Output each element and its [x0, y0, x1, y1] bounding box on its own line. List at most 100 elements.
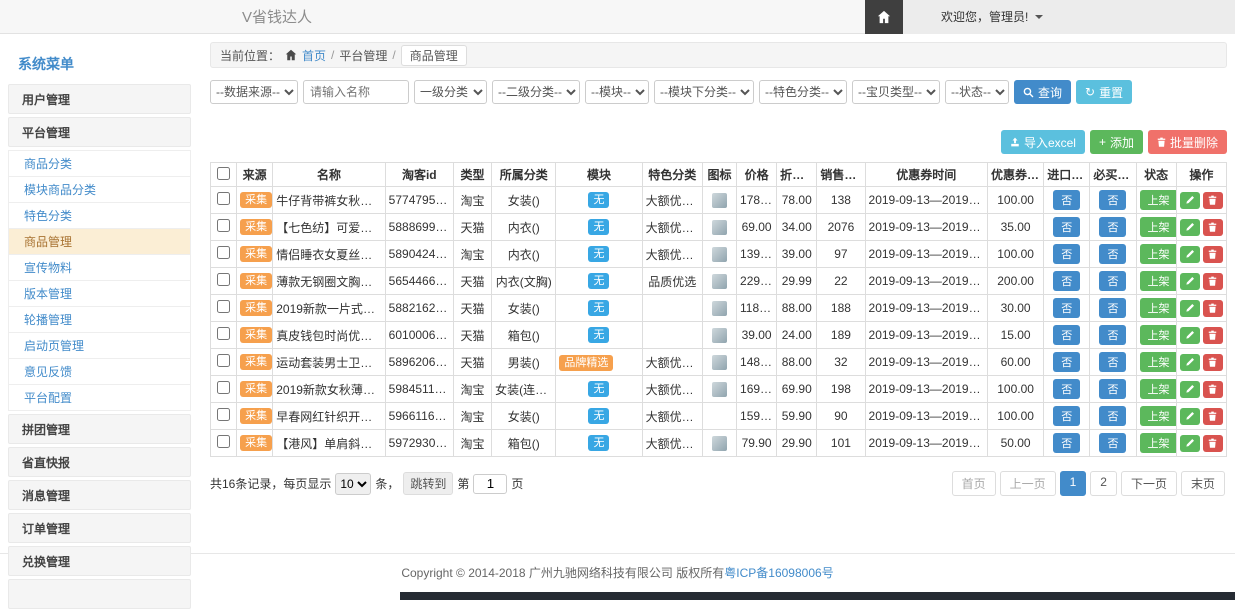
must-buy-toggle[interactable]: 否 — [1099, 379, 1126, 399]
sidebar-group-4[interactable]: 消息管理 — [8, 480, 191, 510]
status-toggle[interactable]: 上架 — [1140, 352, 1177, 372]
status-toggle[interactable]: 上架 — [1140, 379, 1177, 399]
import-select-toggle[interactable]: 否 — [1053, 298, 1080, 318]
filter-select-level2-category[interactable]: --二级分类-- — [492, 80, 580, 104]
filter-select-module-subcategory[interactable]: --模块下分类-- — [654, 80, 754, 104]
must-buy-toggle[interactable]: 否 — [1099, 217, 1126, 237]
row-checkbox[interactable] — [217, 273, 230, 286]
status-toggle[interactable]: 上架 — [1140, 190, 1177, 210]
select-all-checkbox[interactable] — [217, 167, 230, 180]
import-select-toggle[interactable]: 否 — [1053, 271, 1080, 291]
page-button[interactable]: 2 — [1090, 471, 1117, 496]
sidebar-item[interactable]: 模块商品分类 — [8, 177, 191, 203]
must-buy-toggle[interactable]: 否 — [1099, 406, 1126, 426]
row-checkbox[interactable] — [217, 192, 230, 205]
must-buy-toggle[interactable]: 否 — [1099, 190, 1126, 210]
jump-to-button[interactable]: 跳转到 — [403, 472, 453, 495]
filter-select-status[interactable]: --状态-- — [945, 80, 1009, 104]
delete-button[interactable] — [1203, 381, 1223, 398]
page-button[interactable]: 首页 — [952, 471, 996, 496]
per-page-select[interactable]: 10 — [335, 473, 371, 495]
delete-button[interactable] — [1203, 300, 1223, 317]
import-select-toggle[interactable]: 否 — [1053, 244, 1080, 264]
sidebar-item[interactable]: 商品分类 — [8, 151, 191, 177]
home-button[interactable] — [865, 0, 903, 34]
sidebar-item[interactable]: 平台配置 — [8, 385, 191, 411]
status-toggle[interactable]: 上架 — [1140, 406, 1177, 426]
page-number-input[interactable] — [473, 474, 507, 494]
sidebar-item[interactable]: 意见反馈 — [8, 359, 191, 385]
delete-button[interactable] — [1203, 354, 1223, 371]
icp-link[interactable]: 粤ICP备16098006号 — [724, 566, 833, 580]
batch-delete-button[interactable]: 批量删除 — [1148, 130, 1227, 154]
sidebar-group-6[interactable]: 兑换管理 — [8, 546, 191, 576]
user-menu[interactable]: 欢迎您，管理员! — [903, 0, 1235, 34]
import-select-toggle[interactable]: 否 — [1053, 379, 1080, 399]
sidebar-item[interactable]: 特色分类 — [8, 203, 191, 229]
add-button[interactable]: + 添加 — [1090, 130, 1143, 154]
must-buy-toggle[interactable]: 否 — [1099, 244, 1126, 264]
product-name-input[interactable] — [303, 80, 409, 104]
search-button[interactable]: 查询 — [1014, 80, 1071, 104]
edit-button[interactable] — [1180, 408, 1200, 425]
sidebar-item[interactable]: 启动页管理 — [8, 333, 191, 359]
import-select-toggle[interactable]: 否 — [1053, 406, 1080, 426]
must-buy-toggle[interactable]: 否 — [1099, 325, 1126, 345]
delete-button[interactable] — [1203, 408, 1223, 425]
filter-select-module[interactable]: --模块-- — [585, 80, 649, 104]
filter-select-featured-category[interactable]: --特色分类-- — [759, 80, 847, 104]
edit-button[interactable] — [1180, 300, 1200, 317]
sidebar-item[interactable]: 轮播管理 — [8, 307, 191, 333]
status-toggle[interactable]: 上架 — [1140, 325, 1177, 345]
sidebar-group-7[interactable] — [8, 579, 191, 609]
import-select-toggle[interactable]: 否 — [1053, 325, 1080, 345]
filter-select-data-source[interactable]: --数据来源-- — [210, 80, 298, 104]
filter-select-treasure-type[interactable]: --宝贝类型-- — [852, 80, 940, 104]
row-checkbox[interactable] — [217, 381, 230, 394]
delete-button[interactable] — [1203, 327, 1223, 344]
edit-button[interactable] — [1180, 219, 1200, 236]
delete-button[interactable] — [1203, 435, 1223, 452]
must-buy-toggle[interactable]: 否 — [1099, 298, 1126, 318]
status-toggle[interactable]: 上架 — [1140, 433, 1177, 453]
row-checkbox[interactable] — [217, 435, 230, 448]
sidebar-item[interactable]: 商品管理 — [8, 229, 191, 255]
page-button[interactable]: 末页 — [1181, 471, 1225, 496]
sidebar-item[interactable]: 宣传物料 — [8, 255, 191, 281]
status-toggle[interactable]: 上架 — [1140, 244, 1177, 264]
sidebar-group-0[interactable]: 用户管理 — [8, 84, 191, 114]
import-select-toggle[interactable]: 否 — [1053, 190, 1080, 210]
row-checkbox[interactable] — [217, 219, 230, 232]
import-select-toggle[interactable]: 否 — [1053, 433, 1080, 453]
sidebar-group-2[interactable]: 拼团管理 — [8, 414, 191, 444]
sidebar-group-3[interactable]: 省直快报 — [8, 447, 191, 477]
page-button[interactable]: 上一页 — [1000, 471, 1056, 496]
delete-button[interactable] — [1203, 273, 1223, 290]
edit-button[interactable] — [1180, 246, 1200, 263]
row-checkbox[interactable] — [217, 246, 230, 259]
delete-button[interactable] — [1203, 219, 1223, 236]
page-button[interactable]: 1 — [1060, 471, 1087, 496]
row-checkbox[interactable] — [217, 408, 230, 421]
edit-button[interactable] — [1180, 435, 1200, 452]
sidebar-group-5[interactable]: 订单管理 — [8, 513, 191, 543]
breadcrumb-home-link[interactable]: 首页 — [302, 47, 326, 64]
reset-button[interactable]: ↻ 重置 — [1076, 80, 1132, 104]
edit-button[interactable] — [1180, 273, 1200, 290]
sidebar-item[interactable]: 版本管理 — [8, 281, 191, 307]
status-toggle[interactable]: 上架 — [1140, 271, 1177, 291]
edit-button[interactable] — [1180, 327, 1200, 344]
must-buy-toggle[interactable]: 否 — [1099, 271, 1126, 291]
edit-button[interactable] — [1180, 354, 1200, 371]
import-excel-button[interactable]: 导入excel — [1001, 130, 1085, 154]
status-toggle[interactable]: 上架 — [1140, 298, 1177, 318]
delete-button[interactable] — [1203, 246, 1223, 263]
page-button[interactable]: 下一页 — [1121, 471, 1177, 496]
row-checkbox[interactable] — [217, 327, 230, 340]
row-checkbox[interactable] — [217, 354, 230, 367]
edit-button[interactable] — [1180, 192, 1200, 209]
import-select-toggle[interactable]: 否 — [1053, 352, 1080, 372]
edit-button[interactable] — [1180, 381, 1200, 398]
must-buy-toggle[interactable]: 否 — [1099, 433, 1126, 453]
row-checkbox[interactable] — [217, 300, 230, 313]
